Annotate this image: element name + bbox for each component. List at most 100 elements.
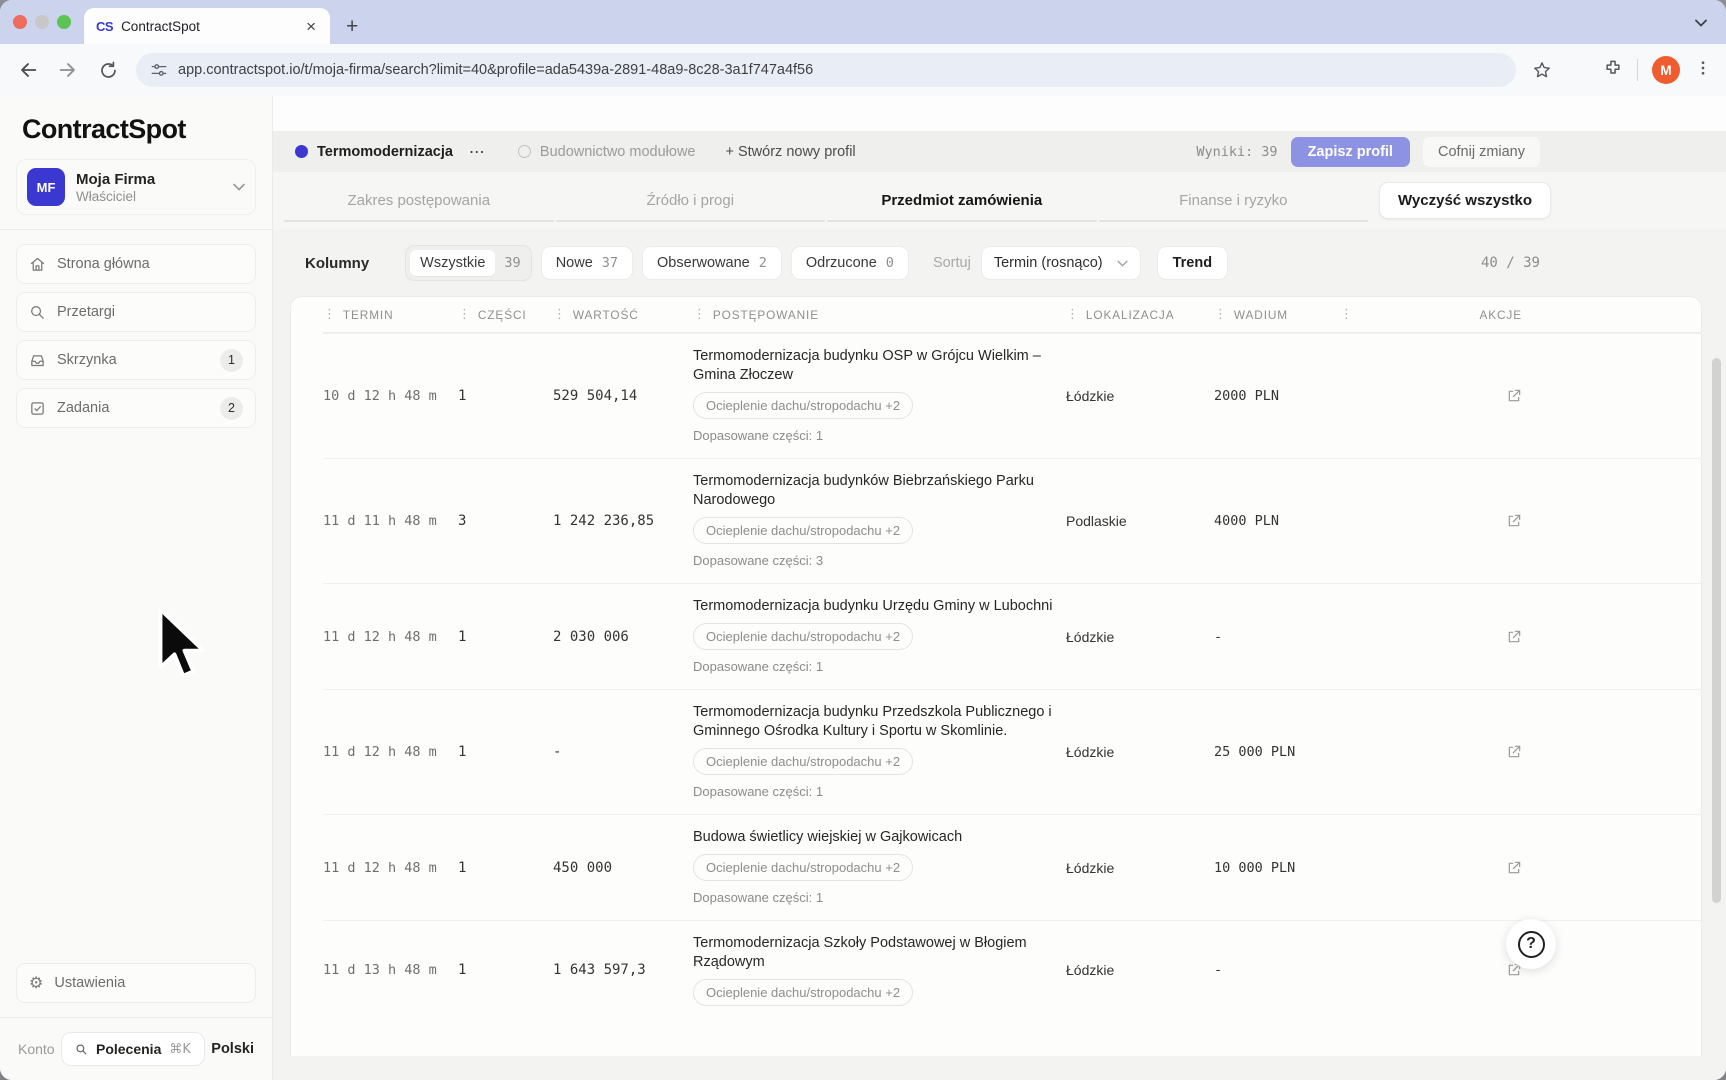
table-row[interactable]: 11 d 13 h 48 m 1 1 643 597,3 Termomodern… bbox=[323, 920, 1701, 1019]
create-profile-button[interactable]: + Stwórz nowy profil bbox=[725, 144, 855, 160]
category-tag: Ocieplenie dachu/stropodachu +2 bbox=[693, 623, 914, 650]
scrollbar[interactable] bbox=[1712, 358, 1721, 903]
close-window-button[interactable] bbox=[13, 15, 27, 29]
open-external-button[interactable] bbox=[1506, 629, 1522, 645]
profile-more-icon[interactable]: ⋯ bbox=[469, 142, 486, 161]
table-row[interactable]: 11 d 11 h 48 m 3 1 242 236,85 Termomoder… bbox=[323, 458, 1701, 583]
value-amount: 1 643 597,3 bbox=[553, 962, 646, 978]
reload-button[interactable] bbox=[96, 58, 120, 82]
sidebar-item-label: Ustawienia bbox=[54, 975, 126, 991]
results-count: Wyniki: 39 bbox=[1196, 143, 1278, 160]
sidebar-item-label: Zadania bbox=[57, 400, 110, 416]
sidebar-item-strona-glowna[interactable]: Strona główna bbox=[16, 244, 256, 284]
back-button[interactable] bbox=[16, 58, 40, 82]
chip-odrzucone[interactable]: Odrzucone 0 bbox=[790, 246, 909, 280]
divider bbox=[0, 229, 272, 230]
table-row[interactable]: 11 d 12 h 48 m 1 2 030 006 Termomoderniz… bbox=[323, 583, 1701, 689]
tab-zrodlo-i-progi[interactable]: Źródło i progi bbox=[555, 172, 826, 229]
tender-title[interactable]: Termomodernizacja budynku Przedszkola Pu… bbox=[693, 703, 1053, 741]
search-icon bbox=[31, 305, 44, 319]
parts-value: 1 bbox=[458, 962, 467, 978]
deadline-value: 10 d 12 h 48 m bbox=[323, 388, 437, 404]
window-controls[interactable] bbox=[13, 15, 71, 29]
language-selector[interactable]: Polski bbox=[211, 1041, 254, 1057]
tab-zakres-postepowania[interactable]: Zakres postępowania bbox=[284, 172, 554, 229]
column-menu-icon[interactable]: ⋮ bbox=[458, 308, 472, 321]
open-external-button[interactable] bbox=[1506, 513, 1522, 529]
category-tag: Ocieplenie dachu/stropodachu +2 bbox=[693, 748, 914, 775]
tab-finanse-i-ryzyko[interactable]: Finanse i ryzyko bbox=[1098, 172, 1369, 229]
address-bar[interactable]: app.contractspot.io/t/moja-firma/search?… bbox=[136, 53, 1516, 87]
trend-button[interactable]: Trend bbox=[1156, 246, 1229, 280]
clear-all-button[interactable]: Wyczyść wszystko bbox=[1379, 182, 1551, 219]
columns-button[interactable]: Kolumny bbox=[305, 255, 369, 272]
task-check-icon bbox=[31, 401, 44, 415]
browser-tab[interactable]: CS ContractSpot × bbox=[84, 8, 330, 44]
chip-wszystkie[interactable]: Wszystkie 39 bbox=[405, 245, 532, 281]
site-settings-icon[interactable] bbox=[150, 61, 168, 79]
organization-switcher[interactable]: MF Moja Firma Właściciel bbox=[16, 159, 256, 215]
content-top-strip bbox=[273, 96, 1726, 131]
bookmark-star-icon[interactable] bbox=[1530, 58, 1554, 82]
column-menu-icon[interactable]: ⋮ bbox=[323, 308, 337, 321]
chip-nowe[interactable]: Nowe 37 bbox=[540, 246, 634, 280]
tab-przedmiot-zamowienia[interactable]: Przedmiot zamówienia bbox=[827, 172, 1097, 229]
save-profile-button[interactable]: Zapisz profil bbox=[1290, 136, 1410, 167]
forward-button[interactable] bbox=[56, 58, 80, 82]
help-button[interactable]: ? bbox=[1506, 919, 1556, 969]
open-external-button[interactable] bbox=[1506, 388, 1522, 404]
column-menu-icon[interactable]: ⋮ bbox=[553, 308, 567, 321]
sidebar-item-zadania[interactable]: Zadania 2 bbox=[16, 388, 256, 428]
value-amount: 529 504,14 bbox=[553, 388, 638, 404]
open-external-button[interactable] bbox=[1506, 744, 1522, 760]
sidebar-item-ustawienia[interactable]: ⚙ Ustawienia bbox=[16, 963, 256, 1003]
external-link-icon bbox=[1508, 630, 1521, 642]
column-menu-icon[interactable]: ⋮ bbox=[693, 308, 707, 321]
browser-window: CS ContractSpot × + app.contractspot.io/… bbox=[0, 0, 1726, 1080]
undo-changes-button[interactable]: Cofnij zmiany bbox=[1422, 136, 1540, 167]
table-row[interactable]: 11 d 12 h 48 m 1 - Termomodernizacja bud… bbox=[323, 689, 1701, 814]
organization-role: Właściciel bbox=[76, 188, 137, 204]
sidebar: ContractSpot MF Moja Firma Właściciel St… bbox=[0, 96, 273, 1080]
tender-title[interactable]: Budowa świetlicy wiejskiej w Gajkowicach bbox=[693, 828, 1053, 847]
profile-termomodernizacja[interactable]: Termomodernizacja bbox=[295, 144, 453, 160]
new-tab-button[interactable]: + bbox=[346, 16, 358, 37]
command-palette-button[interactable]: Polecenia ⌘K bbox=[60, 1032, 205, 1066]
tender-title[interactable]: Termomodernizacja Szkoły Podstawowej w B… bbox=[693, 934, 1053, 972]
table-row[interactable]: 11 d 12 h 48 m 1 450 000 Budowa świetlic… bbox=[323, 814, 1701, 920]
browser-profile-avatar[interactable]: M bbox=[1652, 56, 1680, 84]
open-external-button[interactable] bbox=[1506, 860, 1522, 876]
external-link-icon bbox=[1508, 389, 1521, 402]
matched-parts: Dopasowane części: 1 bbox=[693, 890, 824, 905]
tender-title[interactable]: Termomodernizacja budynku Urzędu Gminy w… bbox=[693, 597, 1053, 616]
sidebar-item-przetargi[interactable]: Przetargi bbox=[16, 292, 256, 332]
sort-dropdown[interactable]: Termin (rosnąco) bbox=[980, 246, 1141, 280]
deposit-value: 10 000 PLN bbox=[1214, 859, 1296, 876]
category-tag: Ocieplenie dachu/stropodachu +2 bbox=[693, 854, 914, 881]
minimize-window-button[interactable] bbox=[35, 15, 49, 29]
sidebar-item-skrzynka[interactable]: Skrzynka 1 bbox=[16, 340, 256, 380]
profile-budownictwo-modulowe[interactable]: Budownictwo modułowe bbox=[517, 144, 695, 160]
toolbar-divider bbox=[1637, 59, 1638, 81]
deadline-value: 11 d 12 h 48 m bbox=[323, 859, 437, 876]
value-amount: 1 242 236,85 bbox=[553, 513, 655, 529]
browser-menu-icon[interactable] bbox=[1694, 59, 1712, 82]
chip-obserwowane[interactable]: Obserwowane 2 bbox=[642, 246, 782, 280]
table-row[interactable]: 10 d 12 h 48 m 1 529 504,14 Termomoderni… bbox=[323, 333, 1701, 458]
tender-title[interactable]: Termomodernizacja budynków Biebrzańskieg… bbox=[693, 472, 1053, 510]
zoom-window-button[interactable] bbox=[57, 15, 71, 29]
url-text[interactable]: app.contractspot.io/t/moja-firma/search?… bbox=[178, 62, 813, 78]
deposit-value: 4000 PLN bbox=[1214, 513, 1280, 529]
tab-search-button[interactable] bbox=[1688, 12, 1714, 33]
column-menu-icon[interactable]: ⋮ bbox=[1340, 308, 1354, 321]
extensions-icon[interactable] bbox=[1603, 58, 1623, 83]
tender-title[interactable]: Termomodernizacja budynku OSP w Grójcu W… bbox=[693, 347, 1053, 385]
parts-value: 3 bbox=[458, 513, 467, 529]
column-menu-icon[interactable]: ⋮ bbox=[1214, 308, 1228, 321]
account-label[interactable]: Konto bbox=[18, 1041, 55, 1057]
tab-close-icon[interactable]: × bbox=[302, 16, 320, 37]
inbox-count-badge: 1 bbox=[220, 348, 243, 372]
deposit-value: - bbox=[1214, 962, 1223, 978]
column-menu-icon[interactable]: ⋮ bbox=[1066, 308, 1080, 321]
parts-value: 1 bbox=[458, 859, 467, 876]
